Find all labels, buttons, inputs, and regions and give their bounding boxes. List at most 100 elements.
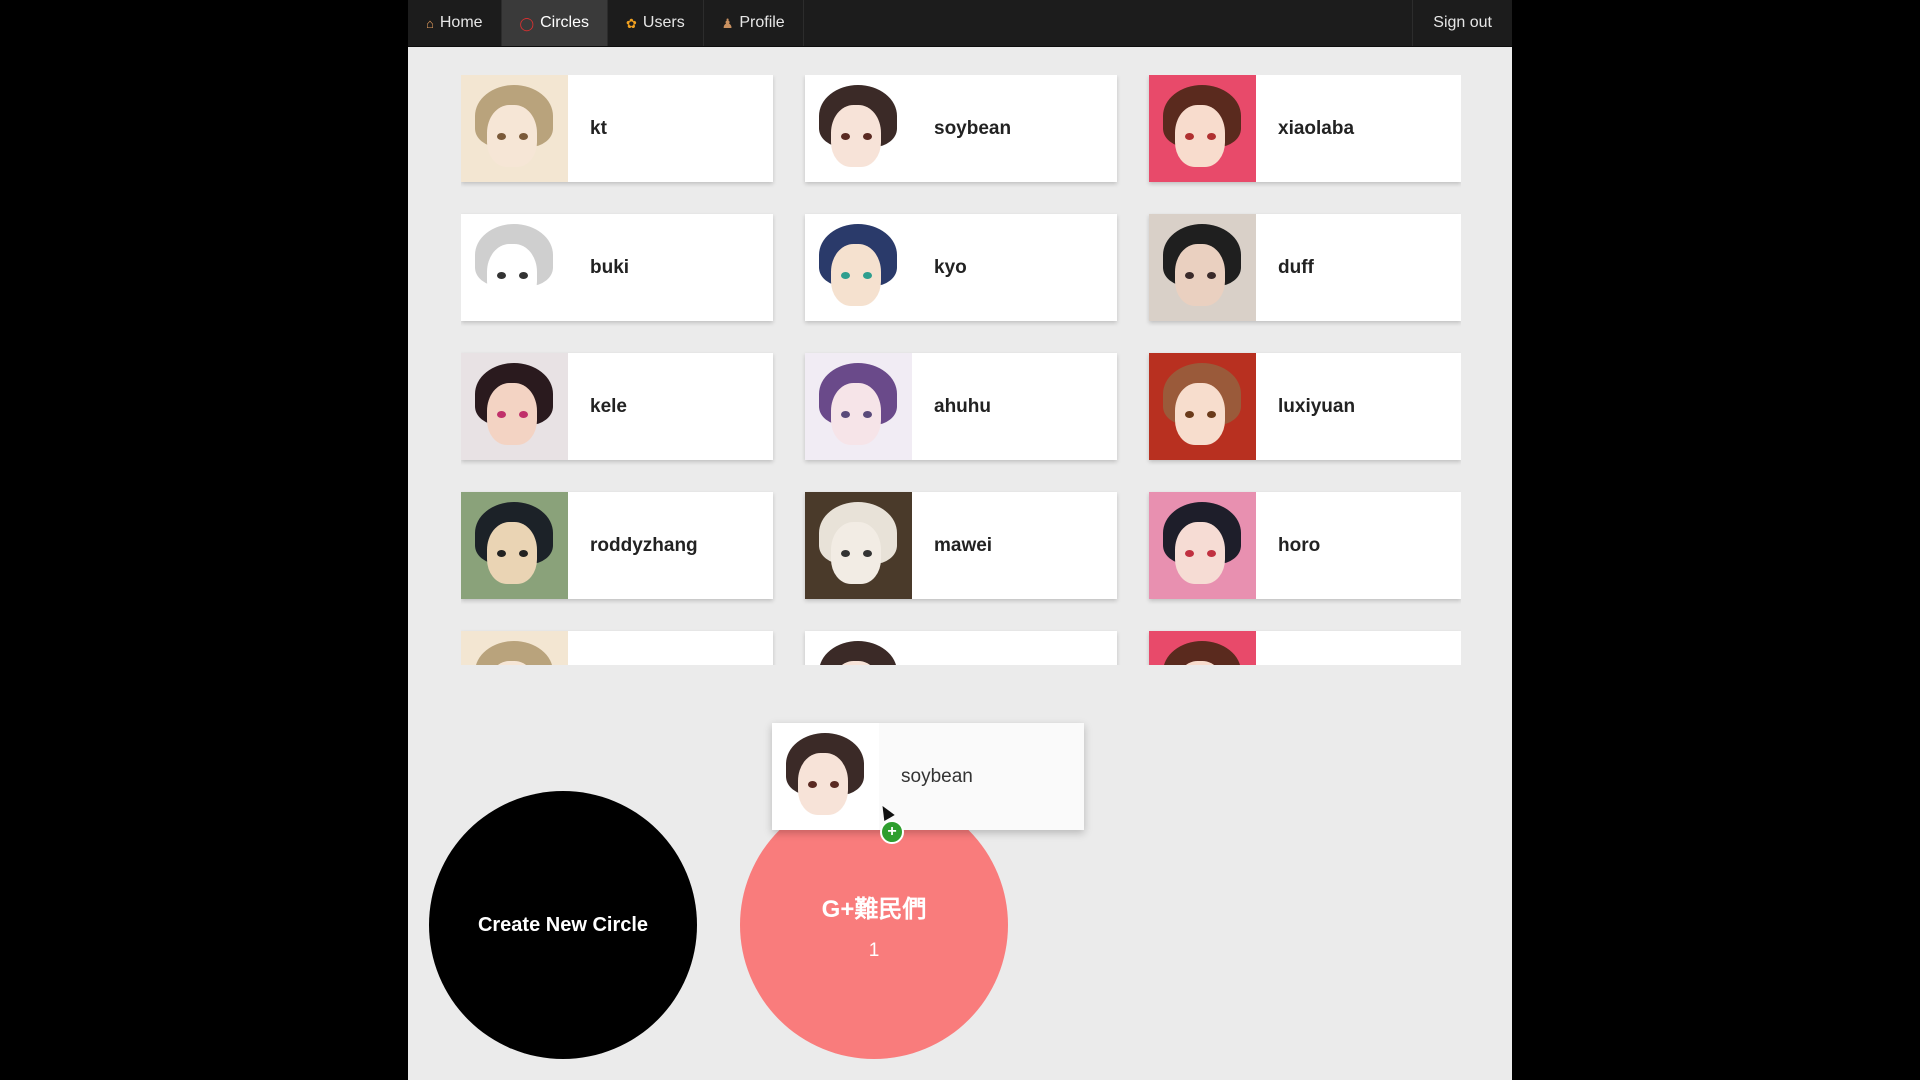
avatar-face xyxy=(1175,383,1225,445)
user-card[interactable]: kyo xyxy=(805,214,1117,321)
avatar-face xyxy=(798,753,848,815)
avatar-eye xyxy=(1207,411,1216,418)
user-name: xiaolaba xyxy=(1278,117,1355,139)
avatar xyxy=(1149,214,1256,321)
user-name: roddyzhang xyxy=(590,534,698,556)
app-window: ⌂ Home ◯ Circles ✿ Users ♟ Profile Sign … xyxy=(408,0,1512,1080)
avatar xyxy=(461,631,568,665)
user-grid-viewport[interactable]: kt soybean xiaolaba buki kyo duff kele ahuhu lux… xyxy=(461,75,1461,665)
avatar xyxy=(805,214,912,321)
user-card[interactable]: mawei xyxy=(805,492,1117,599)
avatar-face xyxy=(1175,244,1225,306)
avatar-eye xyxy=(519,550,528,557)
avatar-eye xyxy=(1185,411,1194,418)
navbar: ⌂ Home ◯ Circles ✿ Users ♟ Profile Sign … xyxy=(408,0,1512,47)
avatar xyxy=(1149,492,1256,599)
avatar-eye xyxy=(1207,133,1216,140)
avatar-eye xyxy=(863,411,872,418)
avatar-face xyxy=(487,105,537,167)
user-card[interactable] xyxy=(1149,631,1461,665)
nav-circles[interactable]: ◯ Circles xyxy=(501,0,608,46)
avatar-eye xyxy=(1207,272,1216,279)
avatar-face xyxy=(487,244,537,306)
avatar-eye xyxy=(497,272,506,279)
avatar-eye xyxy=(497,550,506,557)
user-name: buki xyxy=(590,256,630,278)
users-icon: ✿ xyxy=(626,15,637,31)
avatar-face xyxy=(1175,522,1225,584)
user-card[interactable] xyxy=(805,631,1117,665)
avatar-face xyxy=(831,105,881,167)
user-card[interactable]: ahuhu xyxy=(805,353,1117,460)
avatar-eye xyxy=(519,411,528,418)
circle-group-count: 1 xyxy=(868,939,880,961)
home-icon: ⌂ xyxy=(426,15,434,31)
create-circle-label: Create New Circle xyxy=(477,913,649,936)
user-grid: kt soybean xiaolaba buki kyo duff kele ahuhu lux… xyxy=(461,75,1461,665)
dragged-user-card[interactable]: soybean xyxy=(772,723,1084,830)
avatar xyxy=(1149,75,1256,182)
user-card[interactable]: xiaolaba xyxy=(1149,75,1461,182)
user-name: luxiyuan xyxy=(1278,395,1356,417)
nav-home[interactable]: ⌂ Home xyxy=(408,0,502,46)
user-name: kele xyxy=(590,395,627,417)
avatar xyxy=(805,492,912,599)
avatar-eye xyxy=(497,133,506,140)
user-card[interactable]: horo xyxy=(1149,492,1461,599)
avatar-eye xyxy=(519,133,528,140)
user-card[interactable]: kt xyxy=(461,75,773,182)
user-name: mawei xyxy=(934,534,993,556)
nav-users-label: Users xyxy=(642,14,685,31)
nav-profile-label: Profile xyxy=(739,14,785,31)
avatar-face xyxy=(1175,105,1225,167)
avatar xyxy=(805,353,912,460)
avatar-eye xyxy=(841,133,850,140)
avatar-eye xyxy=(830,781,839,788)
nav-users[interactable]: ✿ Users xyxy=(608,0,704,46)
avatar-eye xyxy=(808,781,817,788)
user-card[interactable]: kele xyxy=(461,353,773,460)
avatar xyxy=(461,492,568,599)
user-card[interactable]: roddyzhang xyxy=(461,492,773,599)
user-name: duff xyxy=(1278,256,1314,278)
profile-icon: ♟ xyxy=(721,15,734,31)
avatar-eye xyxy=(841,272,850,279)
circle-icon: ◯ xyxy=(519,15,535,31)
user-card[interactable]: luxiyuan xyxy=(1149,353,1461,460)
user-name: horo xyxy=(1278,534,1321,556)
avatar xyxy=(1149,353,1256,460)
avatar xyxy=(772,723,879,830)
avatar xyxy=(1149,631,1256,665)
signout-link[interactable]: Sign out xyxy=(1412,0,1512,46)
user-card[interactable]: soybean xyxy=(805,75,1117,182)
user-name: soybean xyxy=(934,117,1012,139)
avatar xyxy=(461,75,568,182)
avatar xyxy=(461,353,568,460)
avatar-eye xyxy=(519,272,528,279)
avatar-eye xyxy=(497,411,506,418)
circle-group[interactable]: G+難民們 1 xyxy=(740,791,1008,1059)
nav-profile[interactable]: ♟ Profile xyxy=(704,0,804,46)
avatar-eye xyxy=(1185,133,1194,140)
avatar-eye xyxy=(1185,550,1194,557)
avatar-eye xyxy=(841,550,850,557)
avatar xyxy=(805,631,912,665)
user-card[interactable]: buki xyxy=(461,214,773,321)
avatar-eye xyxy=(863,133,872,140)
avatar-eye xyxy=(1185,272,1194,279)
create-circle-button[interactable]: Create New Circle xyxy=(429,791,697,1059)
circle-group-name: G+難民們 xyxy=(821,895,927,923)
user-name: ahuhu xyxy=(934,395,991,417)
avatar-face xyxy=(487,522,537,584)
user-name: kyo xyxy=(934,256,967,278)
user-card[interactable] xyxy=(461,631,773,665)
avatar xyxy=(805,75,912,182)
avatar-face xyxy=(487,383,537,445)
avatar-face xyxy=(831,383,881,445)
nav-home-label: Home xyxy=(439,14,483,31)
dragged-user-name: soybean xyxy=(901,765,973,787)
nav-circles-label: Circles xyxy=(540,14,589,31)
add-icon: + xyxy=(880,820,904,844)
user-card[interactable]: duff xyxy=(1149,214,1461,321)
user-name: kt xyxy=(590,117,607,139)
